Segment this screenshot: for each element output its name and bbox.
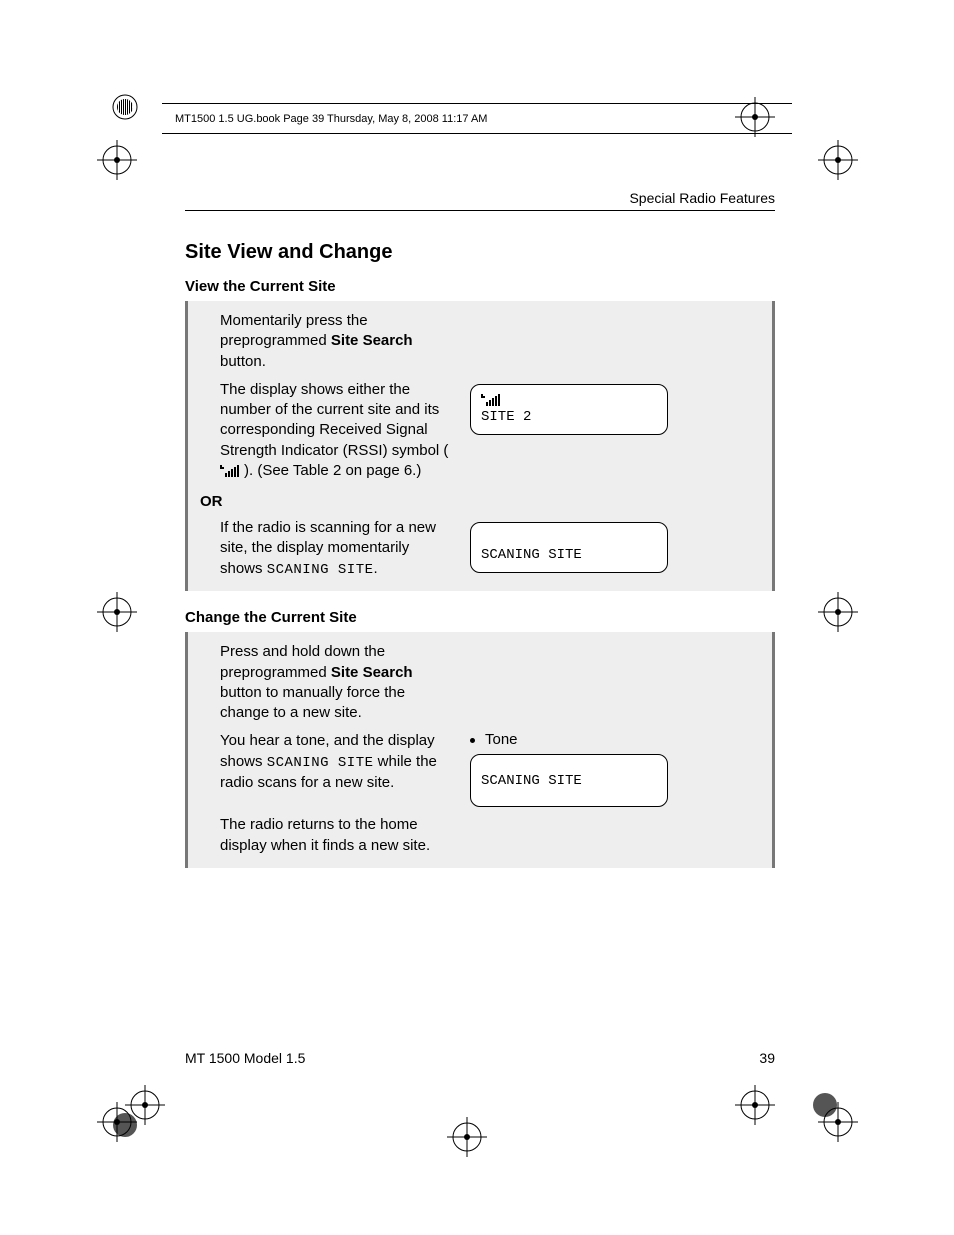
registration-mark <box>730 1070 850 1160</box>
footer-model: MT 1500 Model 1.5 <box>185 1050 305 1066</box>
change-block: Press and hold down the preprogrammed Si… <box>185 632 775 868</box>
tone-label: Tone <box>485 731 518 748</box>
bullet-icon <box>470 738 475 743</box>
registration-mark <box>816 590 866 640</box>
print-meta-text: MT1500 1.5 UG.book Page 39 Thursday, May… <box>175 113 487 125</box>
rssi-icon <box>220 463 244 483</box>
view-step3: If the radio is scanning for a new site,… <box>188 514 460 583</box>
view-step1: Momentarily press the preprogrammed Site… <box>188 307 460 376</box>
lcd-scanning-display: SCANING SITE <box>470 522 668 573</box>
view-step2: The display shows either the number of t… <box>188 376 460 487</box>
registration-mark <box>110 1070 170 1160</box>
registration-mark <box>816 1100 866 1150</box>
registration-mark <box>110 92 160 142</box>
lcd-text: SCANING SITE <box>481 771 659 792</box>
lcd-text: SITE 2 <box>481 407 659 428</box>
view-subtitle: View the Current Site <box>185 278 775 295</box>
page-content: Special Radio Features Site View and Cha… <box>185 190 775 886</box>
lcd-scanning-display: SCANING SITE <box>470 754 668 807</box>
change-step1: Press and hold down the preprogrammed Si… <box>188 638 460 727</box>
view-block: Momentarily press the preprogrammed Site… <box>185 301 775 591</box>
lcd-site-display: SITE 2 <box>470 384 668 435</box>
change-step3: The radio returns to the home display wh… <box>188 811 460 860</box>
page-footer: MT 1500 Model 1.5 39 <box>185 1050 775 1066</box>
lcd-text: SCANING SITE <box>481 545 659 566</box>
section-label: Special Radio Features <box>629 190 775 206</box>
registration-mark <box>95 590 145 640</box>
section-title: Site View and Change <box>185 241 775 264</box>
registration-mark <box>816 138 866 188</box>
change-step2: You hear a tone, and the display shows S… <box>188 727 460 796</box>
footer-page-no: 39 <box>759 1050 775 1066</box>
running-header: Special Radio Features <box>185 190 775 211</box>
change-subtitle: Change the Current Site <box>185 609 775 626</box>
registration-mark <box>95 1100 145 1150</box>
registration-mark <box>95 138 145 188</box>
or-label: OR <box>188 493 772 510</box>
registration-mark <box>445 1115 495 1165</box>
